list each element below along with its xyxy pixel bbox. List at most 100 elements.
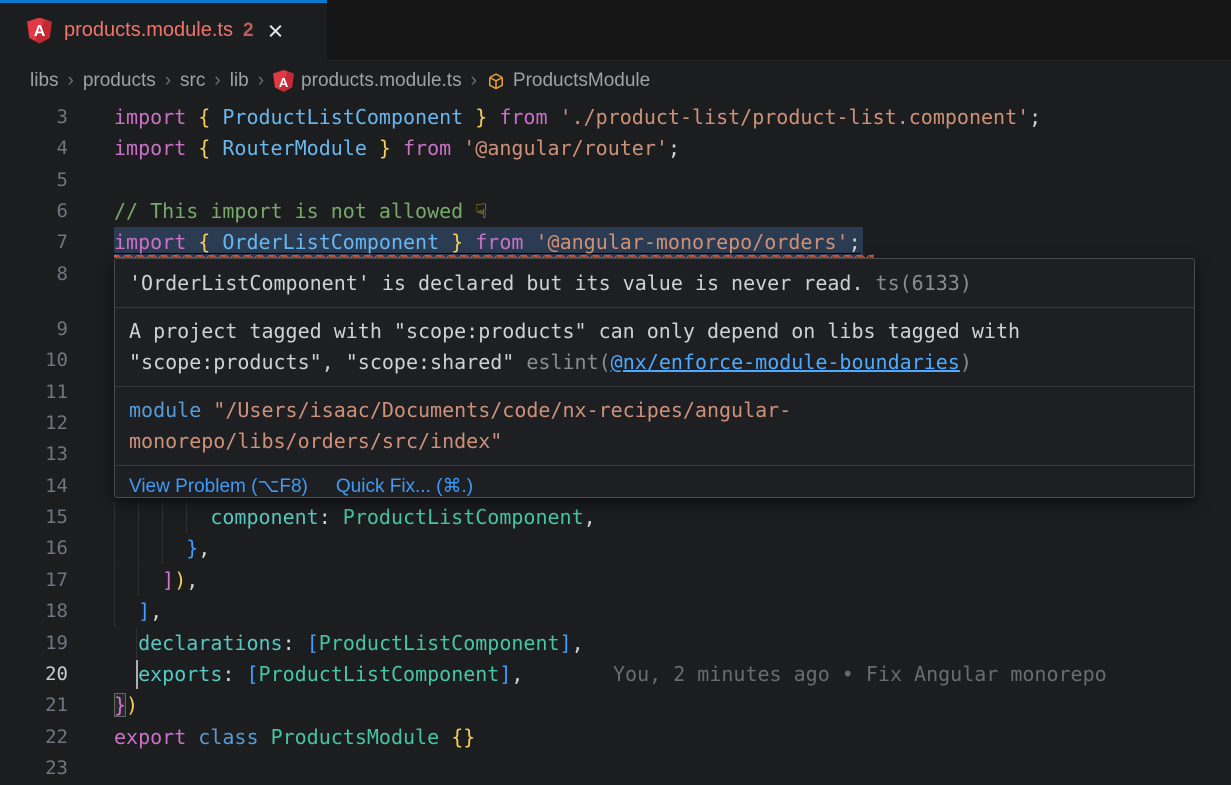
- code-token: }: [451, 230, 463, 254]
- code-line[interactable]: 17 ]),: [0, 565, 1231, 597]
- code-token: from: [475, 230, 523, 254]
- code-token: [295, 631, 307, 655]
- code-token: {: [198, 230, 210, 254]
- code-line-content: ]),: [114, 565, 198, 596]
- code-token: // This import is not allowed: [114, 199, 475, 223]
- code-token: [439, 725, 451, 749]
- code-line[interactable]: 22 export class ProductsModule {}: [0, 722, 1231, 754]
- code-token: }: [186, 536, 198, 560]
- code-line-content: export class ProductsModule {}: [114, 722, 475, 753]
- code-line-content: component: ProductListComponent,: [114, 502, 596, 533]
- line-number: 11: [0, 377, 68, 408]
- code-line[interactable]: 16 },: [0, 533, 1231, 565]
- code-line-content: exports: [ProductListComponent],You, 2 m…: [114, 659, 523, 690]
- code-token: [: [246, 662, 258, 686]
- code-line[interactable]: 3 import { ProductListComponent } from '.…: [0, 102, 1231, 134]
- code-line-content: import { ProductListComponent } from './…: [114, 102, 1041, 133]
- line-number: 23: [0, 753, 68, 784]
- line-number: 17: [0, 565, 68, 596]
- line-number: 8: [0, 259, 68, 290]
- quick-fix-action[interactable]: Quick Fix... (⌘.): [336, 475, 473, 498]
- code-token: ,: [150, 599, 162, 623]
- indent-guide: [114, 565, 115, 596]
- hover-text: "scope:products", "scope:shared": [129, 350, 526, 374]
- code-token: export: [114, 725, 186, 749]
- code-line[interactable]: 6// This import is not allowed ☟: [0, 196, 1231, 228]
- code-line[interactable]: 21}): [0, 690, 1231, 722]
- code-token: './product-list/product-list.component': [560, 105, 1030, 129]
- line-number: 22: [0, 722, 68, 753]
- code-token: declarations: [138, 631, 283, 655]
- hover-text: 'OrderListComponent' is declared but its…: [129, 271, 864, 295]
- code-token: ,: [198, 536, 210, 560]
- indent-guide: [138, 502, 139, 533]
- indent-guide: [162, 533, 163, 564]
- code-token: [487, 105, 499, 129]
- eslint-rule-link[interactable]: @nx/enforce-module-boundaries: [611, 350, 960, 374]
- line-number: 10: [0, 345, 68, 376]
- code-token: }: [114, 693, 126, 717]
- hover-text: ts(6133): [864, 271, 972, 295]
- code-token: import: [114, 136, 186, 160]
- code-token: ]: [162, 568, 174, 592]
- code-token: exports: [138, 662, 222, 686]
- code-token: [391, 136, 403, 160]
- code-token: [548, 105, 560, 129]
- hover-text: ): [960, 350, 972, 374]
- hover-text: module: [129, 398, 201, 422]
- code-token: '@angular/router': [463, 136, 668, 160]
- code-line[interactable]: 7import { OrderListComponent } from '@an…: [0, 227, 1231, 259]
- code-token: ]: [560, 631, 572, 655]
- code-token: [451, 136, 463, 160]
- code-line[interactable]: 5: [0, 165, 1231, 197]
- code-token: {: [198, 105, 210, 129]
- line-number: 15: [0, 502, 68, 533]
- code-token: ProductListComponent: [259, 662, 500, 686]
- code-line[interactable]: 19 declarations: [ProductListComponent],: [0, 628, 1231, 660]
- text-cursor: [136, 660, 138, 689]
- line-number: 12: [0, 408, 68, 439]
- code-line[interactable]: 20 exports: [ProductListComponent],You, …: [0, 659, 1231, 691]
- code-token: RouterModule: [210, 136, 379, 160]
- code-token: :: [222, 662, 234, 686]
- code-token: [186, 105, 198, 129]
- code-token: ): [174, 568, 186, 592]
- code-token: ): [126, 693, 138, 717]
- code-line-content: import { OrderListComponent } from '@ang…: [114, 227, 863, 258]
- code-token: [259, 725, 271, 749]
- view-problem-action[interactable]: View Problem (⌥F8): [129, 475, 308, 498]
- code-line[interactable]: 4import { RouterModule } from '@angular/…: [0, 133, 1231, 165]
- code-token: {}: [451, 725, 475, 749]
- line-number: 4: [0, 133, 68, 164]
- hover-actions: View Problem (⌥F8) Quick Fix... (⌘.): [115, 466, 1194, 506]
- line-number: 5: [0, 165, 68, 196]
- code-token: ProductListComponent: [319, 631, 560, 655]
- code-token: ;: [1029, 105, 1041, 129]
- hover-section: module "/Users/isaac/Documents/code/nx-r…: [115, 387, 1194, 466]
- code-token: import: [114, 230, 186, 254]
- code-token: from: [499, 105, 547, 129]
- code-token: '@angular-monorepo/orders': [535, 230, 848, 254]
- code-line-content: },: [114, 533, 210, 564]
- line-number: 3: [0, 102, 68, 133]
- code-token: }: [475, 105, 487, 129]
- indent-guide: [138, 565, 139, 596]
- line-number: 19: [0, 628, 68, 659]
- code-line[interactable]: 23: [0, 753, 1231, 785]
- line-number: 20: [0, 659, 68, 690]
- code-token: [114, 631, 138, 655]
- code-token: [523, 230, 535, 254]
- code-token: ;: [849, 230, 861, 254]
- hover-section: 'OrderListComponent' is declared but its…: [115, 259, 1194, 308]
- code-token: OrderListComponent: [210, 230, 451, 254]
- code-token: ;: [668, 136, 680, 160]
- indent-guide: [114, 502, 115, 533]
- code-line[interactable]: 18 ],: [0, 596, 1231, 628]
- hover-text-line: monorepo/libs/orders/src/index": [129, 426, 1180, 457]
- code-line-content: // This import is not allowed ☟: [114, 196, 487, 227]
- code-token: ☟: [475, 199, 487, 223]
- indent-guide: [114, 533, 115, 564]
- code-token: component: [210, 505, 318, 529]
- line-number: 14: [0, 471, 68, 502]
- code-line[interactable]: 15 component: ProductListComponent,: [0, 502, 1231, 534]
